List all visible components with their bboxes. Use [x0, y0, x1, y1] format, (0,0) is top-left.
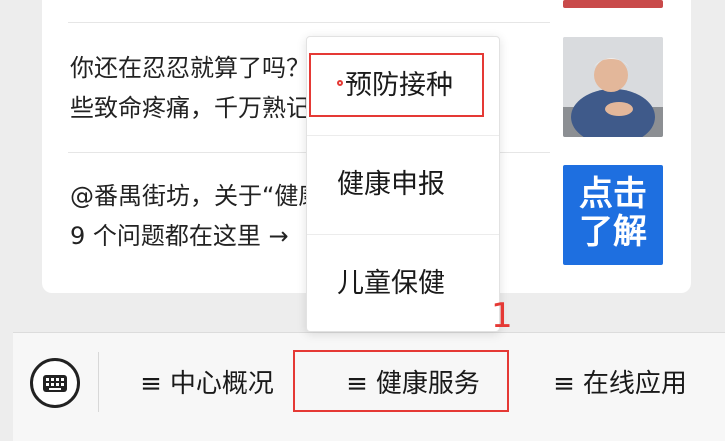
menu-list-icon: ≡: [140, 369, 162, 399]
chest-pain-photo-icon: [563, 37, 663, 137]
article-thumbnail-1[interactable]: [563, 37, 663, 137]
submenu-item-label: 健康申报: [337, 169, 445, 200]
article-thumbnail-top[interactable]: [563, 0, 663, 8]
thumbnail-text-line1: 点击: [579, 174, 647, 214]
keyboard-icon: [43, 375, 67, 392]
annotation-number: 1: [491, 296, 513, 336]
menu-item-label: 在线应用: [582, 369, 687, 399]
menu-list-icon: ≡: [553, 369, 575, 399]
menu-item-online-apps[interactable]: ≡ 在线应用: [545, 362, 695, 406]
highlight-box-health-services: [293, 350, 509, 412]
submenu-item-health-declaration[interactable]: 健康申报: [307, 136, 499, 234]
highlight-box-vaccination: [309, 53, 484, 117]
keyboard-toggle-button[interactable]: [30, 358, 80, 408]
article-divider: [68, 22, 550, 23]
article-thumbnail-2[interactable]: 点击 了解: [563, 165, 663, 265]
thumbnail-text-line2: 了解: [579, 212, 647, 252]
menu-item-center-overview[interactable]: ≡ 中心概况: [132, 362, 282, 406]
menu-item-label: 中心概况: [169, 369, 274, 399]
menu-separator: [98, 352, 99, 412]
submenu-item-child-care[interactable]: 儿童保健: [307, 235, 499, 333]
submenu-item-label: 儿童保健: [337, 268, 445, 299]
